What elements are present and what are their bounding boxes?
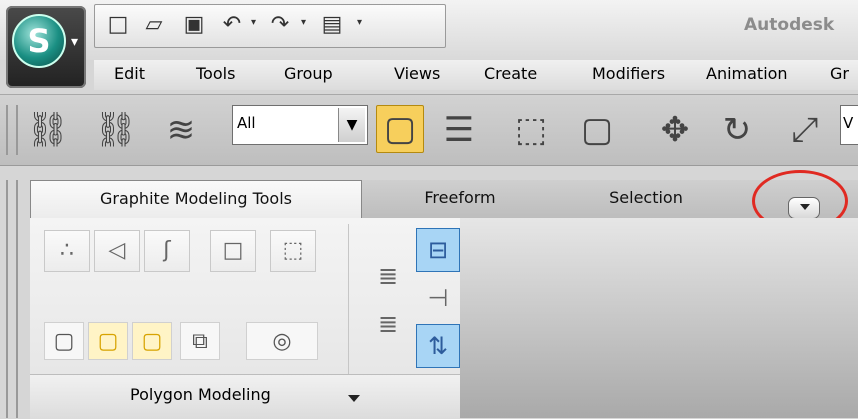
panel-divider (348, 224, 349, 374)
app-logo-icon: S (12, 14, 66, 68)
undo-dropdown-icon[interactable]: ▾ (251, 17, 256, 28)
app-title: Autodesk (744, 15, 835, 35)
polygon-icon[interactable]: □ (210, 230, 256, 272)
show-end-result-icon[interactable]: ⊟ (416, 228, 460, 272)
main-toolbar: ⛓ ⛓ ≋ All ▼ ▢ ☰ ⬚ ▢ ✥ ↻ ⤢ V (0, 94, 858, 166)
menu-bar: Edit Tools Group Views Create Modifiers … (94, 60, 858, 90)
ribbon-grip[interactable] (6, 180, 18, 418)
menu-graph-editors[interactable]: Gr (830, 64, 849, 83)
new-file-icon[interactable]: □ (105, 13, 131, 37)
dropdown-arrow-icon[interactable]: ▼ (338, 108, 365, 142)
menu-create[interactable]: Create (484, 64, 537, 83)
menu-group[interactable]: Group (284, 64, 333, 83)
menu-modifiers[interactable]: Modifiers (592, 64, 665, 83)
bind-to-space-warp-icon[interactable]: ≋ (160, 109, 202, 151)
undo-icon[interactable]: ↶ (219, 13, 245, 37)
tab-selection[interactable]: Selection (576, 180, 716, 218)
pin-stack-icon[interactable]: ⊣ (416, 276, 460, 320)
select-cursor-icon[interactable]: ⧉ (180, 322, 220, 360)
border-icon[interactable]: ʃ (144, 230, 190, 272)
tab-graphite-modeling-tools[interactable]: Graphite Modeling Tools (30, 180, 362, 218)
edge-icon[interactable]: ◁ (94, 230, 140, 272)
tab-freeform[interactable]: Freeform (390, 180, 530, 218)
select-and-scale-icon[interactable]: ⤢ (784, 109, 826, 151)
select-object-icon[interactable]: ▢ (376, 105, 424, 153)
save-icon[interactable]: ▣ (181, 13, 207, 37)
vertex-icon[interactable]: ∴ (44, 230, 90, 272)
reference-coordinate-field[interactable]: V (840, 105, 858, 145)
stack-down-icon[interactable]: ≣ (366, 302, 410, 346)
radial-soft-selection-icon[interactable]: ◎ (246, 322, 318, 360)
app-logo-letter: S (27, 22, 51, 60)
window-crossing-icon[interactable]: ▢ (576, 109, 618, 151)
redo-icon[interactable]: ↷ (267, 13, 293, 37)
unlink-selection-icon[interactable]: ⛓ (94, 109, 137, 151)
menu-views[interactable]: Views (394, 64, 440, 83)
selection-filter-value: All (237, 114, 256, 132)
select-by-name-icon[interactable]: ☰ (438, 109, 480, 151)
menu-edit[interactable]: Edit (114, 64, 145, 83)
redo-dropdown-icon[interactable]: ▾ (301, 17, 306, 28)
select-and-link-icon[interactable]: ⛓ (26, 109, 69, 151)
project-folder-icon[interactable]: ▤ (319, 13, 345, 37)
select-icon[interactable]: ▢ (44, 322, 84, 360)
select-and-move-icon[interactable]: ✥ (654, 109, 696, 151)
open-folder-icon[interactable]: ▱ (141, 13, 167, 37)
panel-title: Polygon Modeling (130, 385, 271, 404)
quick-access-toolbar: □ ▱ ▣ ↶ ▾ ↷ ▾ ▤ ▾ (94, 4, 446, 48)
ribbon-tab-strip: Graphite Modeling Tools Freeform Selecti… (30, 180, 858, 219)
panel-title-bar[interactable]: Polygon Modeling (30, 374, 460, 419)
selection-filter-dropdown[interactable]: All ▼ (232, 105, 368, 145)
menu-animation[interactable]: Animation (706, 64, 788, 83)
element-icon[interactable]: ⬚ (270, 230, 316, 272)
customize-qat-icon[interactable]: ▾ (357, 17, 362, 28)
reference-coordinate-value: V (843, 114, 854, 132)
chevron-down-icon[interactable] (348, 395, 360, 402)
stack-up-icon[interactable]: ≣ (366, 254, 410, 298)
modifier-stack-toggle-icon[interactable]: ⇅ (416, 324, 460, 368)
toolbar-grip[interactable] (6, 105, 18, 155)
menu-tools[interactable]: Tools (196, 64, 235, 83)
rectangular-selection-region-icon[interactable]: ⬚ (510, 109, 552, 151)
select-and-rotate-icon[interactable]: ↻ (716, 109, 758, 151)
select-filled-icon[interactable]: ▢ (132, 322, 172, 360)
ribbon-empty-area (460, 218, 858, 418)
chevron-down-icon: ▾ (70, 34, 78, 50)
select-yellow-icon[interactable]: ▢ (88, 322, 128, 360)
application-button[interactable]: S ▾ (6, 6, 86, 88)
